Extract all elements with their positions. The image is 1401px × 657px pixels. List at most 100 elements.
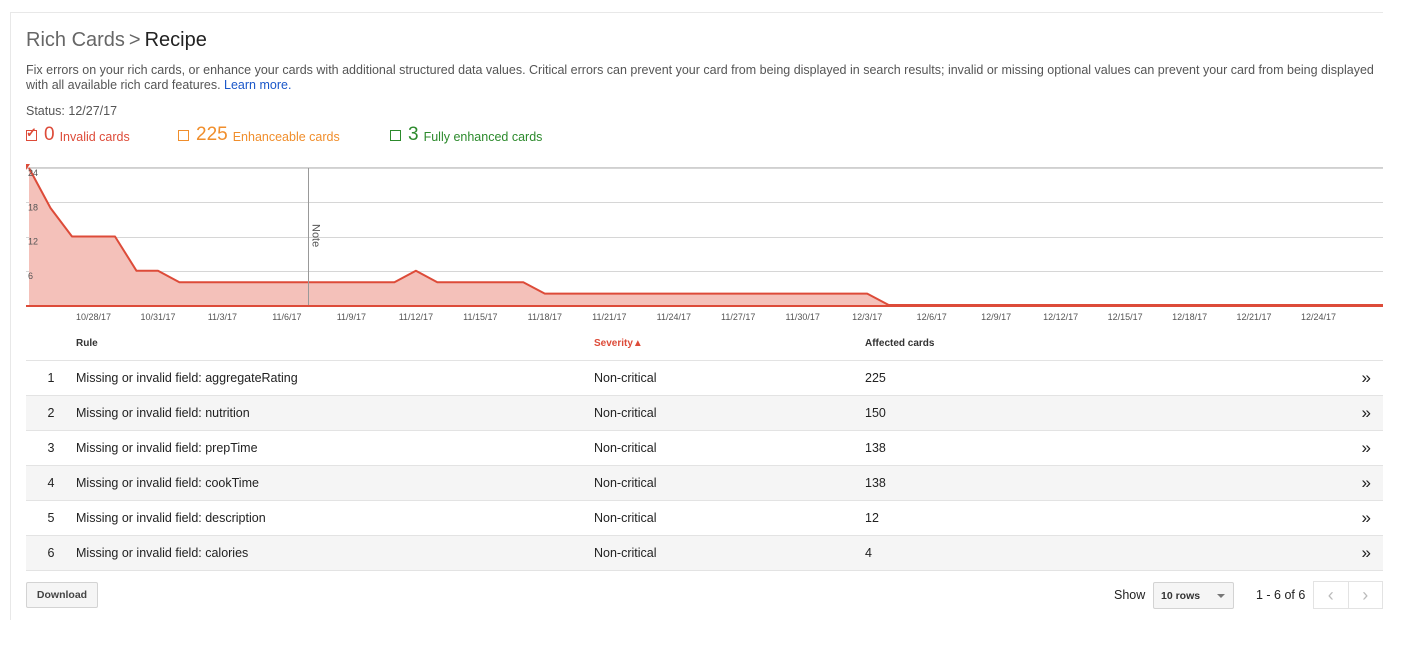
header-index — [26, 327, 76, 361]
table-row[interactable]: 4 Missing or invalid field: cookTime Non-c… — [26, 465, 1383, 501]
x-tick-label: 11/6/17 — [272, 312, 301, 322]
double-chevron-right-icon[interactable]: » — [1345, 535, 1383, 571]
panel-border-left — [10, 12, 11, 620]
x-tick-label: 10/31/17 — [140, 312, 175, 322]
table-row[interactable]: 3 Missing or invalid field: prepTime Non-c… — [26, 430, 1383, 466]
row-severity: Non-critical — [594, 465, 865, 501]
x-tick-label: 12/21/17 — [1236, 312, 1271, 322]
row-severity: Non-critical — [594, 535, 865, 571]
x-tick-label: 12/9/17 — [981, 312, 1011, 322]
filter-label: Fully enhanced cards — [423, 129, 543, 144]
filter-label: Enhanceable cards — [232, 129, 340, 144]
show-rows-label: Show — [1114, 588, 1146, 602]
chevron-left-icon[interactable]: ‹ — [1314, 582, 1348, 608]
row-rule: Missing or invalid field: description — [76, 500, 594, 536]
breadcrumb-separator: > — [128, 29, 141, 51]
rows-per-page-value: 10 rows — [1161, 589, 1201, 602]
y-tick-label: 12 — [28, 237, 38, 247]
x-tick-label: 12/18/17 — [1172, 312, 1207, 322]
x-tick-label: 12/6/17 — [917, 312, 947, 322]
breadcrumb-current: Recipe — [144, 29, 207, 51]
checkbox-icon[interactable]: ✓ — [26, 126, 37, 141]
x-tick-label: 11/27/17 — [721, 312, 755, 322]
issues-chart-svg: 6 12 18 24 10/28/17 10/31/17 11/3/17 11/6/17 11/… — [26, 164, 1383, 322]
status-date: Status: 12/27/17 — [26, 104, 118, 118]
row-index: 1 — [26, 360, 76, 396]
pagination-controls: ‹ › — [1313, 581, 1383, 609]
row-affected-cards: 138 — [865, 465, 1345, 501]
row-affected-cards: 150 — [865, 395, 1345, 431]
table-header-row: Rule Severity▲ Affected cards — [26, 327, 1383, 361]
table-row[interactable]: 1 Missing or invalid field: aggregateRati… — [26, 360, 1383, 396]
x-tick-label: 12/12/17 — [1043, 312, 1078, 322]
x-tick-label: 11/15/17 — [463, 312, 497, 322]
x-tick-label: 11/9/17 — [337, 312, 366, 322]
filter-fully-enhanced-cards[interactable]: 3 Fully enhanced cards — [390, 124, 542, 146]
issues-chart: 6 12 18 24 10/28/17 10/31/17 11/3/17 11/6/17 11/… — [26, 164, 1383, 327]
filter-count: 225 — [196, 124, 228, 145]
chevron-right-icon[interactable]: › — [1347, 582, 1383, 608]
x-tick-label: 11/24/17 — [657, 312, 691, 322]
table-row[interactable]: 6 Missing or invalid field: calories Non-c… — [26, 535, 1383, 571]
row-severity: Non-critical — [594, 395, 865, 431]
rules-table: Rule Severity▲ Affected cards 1 Missing o… — [26, 327, 1383, 571]
page-description: Fix errors on your rich cards, or enhanc… — [26, 63, 1376, 93]
filter-count: 0 — [44, 124, 55, 145]
sort-ascending-icon: ▲ — [632, 338, 643, 349]
filter-label: Invalid cards — [59, 129, 130, 144]
double-chevron-right-icon[interactable]: » — [1345, 430, 1383, 466]
header-actions — [1345, 327, 1383, 361]
row-rule: Missing or invalid field: cookTime — [76, 465, 594, 501]
double-chevron-right-icon[interactable]: » — [1345, 360, 1383, 396]
row-severity: Non-critical — [594, 360, 865, 396]
x-tick-label: 12/3/17 — [852, 312, 882, 322]
filter-count: 3 — [408, 124, 419, 145]
download-button[interactable]: Download — [26, 582, 98, 608]
breadcrumb-rich-cards[interactable]: Rich Cards — [26, 29, 125, 51]
header-affected-cards[interactable]: Affected cards — [865, 327, 1345, 361]
row-affected-cards: 138 — [865, 430, 1345, 466]
row-index: 3 — [26, 430, 76, 466]
row-index: 2 — [26, 395, 76, 431]
header-severity-label: Severity — [594, 338, 633, 349]
x-tick-label: 10/28/17 — [76, 312, 111, 322]
x-tick-label: 11/18/17 — [528, 312, 562, 322]
row-rule: Missing or invalid field: prepTime — [76, 430, 594, 466]
row-affected-cards: 225 — [865, 360, 1345, 396]
double-chevron-right-icon[interactable]: » — [1345, 500, 1383, 536]
annotation-note-label: Note — [310, 224, 322, 247]
row-index: 5 — [26, 500, 76, 536]
checkbox-icon[interactable] — [390, 129, 401, 141]
row-affected-cards: 12 — [865, 500, 1345, 536]
y-tick-label: 6 — [28, 271, 33, 281]
panel-border-top — [10, 12, 1383, 13]
row-index: 6 — [26, 535, 76, 571]
table-row[interactable]: 2 Missing or invalid field: nutrition Non-… — [26, 395, 1383, 431]
filter-invalid-cards[interactable]: ✓ 0 Invalid cards — [26, 124, 130, 146]
x-tick-label: 11/21/17 — [592, 312, 626, 322]
checkbox-icon[interactable] — [178, 129, 189, 141]
filter-enhanceable-cards[interactable]: 225 Enhanceable cards — [178, 124, 340, 146]
caret-down-icon — [1217, 594, 1225, 598]
learn-more-link[interactable]: Learn more. — [224, 78, 291, 92]
header-rule[interactable]: Rule — [76, 327, 594, 361]
x-tick-label: 12/15/17 — [1108, 312, 1143, 322]
series-area — [29, 168, 1383, 305]
x-tick-label: 11/30/17 — [786, 312, 820, 322]
page-title: Rich Cards > Recipe — [26, 29, 207, 52]
y-tick-label: 24 — [28, 168, 38, 178]
x-tick-label: 12/24/17 — [1301, 312, 1336, 322]
row-affected-cards: 4 — [865, 535, 1345, 571]
double-chevron-right-icon[interactable]: » — [1345, 395, 1383, 431]
row-severity: Non-critical — [594, 500, 865, 536]
x-tick-label: 11/3/17 — [208, 312, 237, 322]
row-rule: Missing or invalid field: calories — [76, 535, 594, 571]
table-row[interactable]: 5 Missing or invalid field: description No… — [26, 500, 1383, 536]
x-tick-label: 11/12/17 — [399, 312, 433, 322]
y-tick-label: 18 — [28, 202, 38, 212]
rows-per-page-select[interactable]: 10 rows — [1153, 582, 1234, 609]
check-mark-icon: ✓ — [26, 124, 37, 140]
double-chevron-right-icon[interactable]: » — [1345, 465, 1383, 501]
header-severity[interactable]: Severity▲ — [594, 327, 865, 361]
row-index: 4 — [26, 465, 76, 501]
